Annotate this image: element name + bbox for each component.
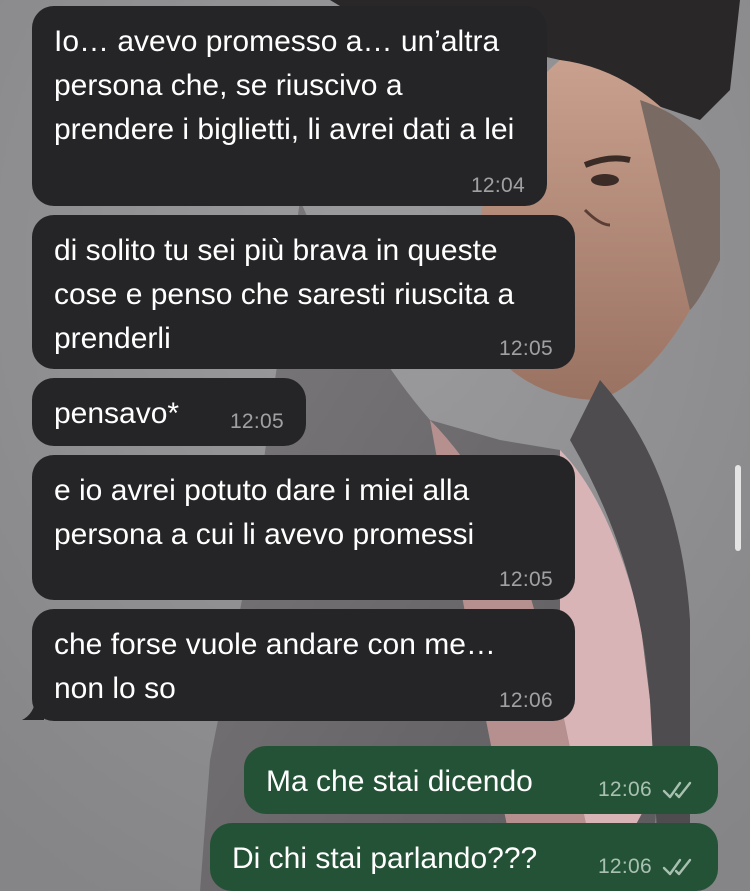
- message-text: Io… avevo promesso a… un’altra persona c…: [54, 25, 515, 146]
- incoming-message[interactable]: e io avrei potuto dare i miei alla perso…: [32, 455, 575, 600]
- message-time: 12:06: [597, 855, 652, 878]
- message-time: 12:05: [498, 337, 553, 360]
- incoming-message[interactable]: pensavo* 12:05: [32, 378, 306, 446]
- outgoing-message[interactable]: Ma che stai dicendo 12:06: [244, 746, 718, 814]
- message-time: 12:05: [498, 568, 553, 591]
- message-time: 12:06: [597, 778, 652, 801]
- message-text: Di chi stai parlando???: [232, 842, 538, 875]
- scroll-indicator[interactable]: [735, 465, 741, 551]
- incoming-message[interactable]: che forse vuole andare con me… non lo so…: [32, 609, 575, 721]
- double-check-icon: [662, 858, 692, 876]
- message-text: e io avrei potuto dare i miei alla perso…: [54, 474, 478, 551]
- message-time: 12:06: [498, 689, 553, 712]
- message-time: 12:05: [229, 410, 284, 433]
- outgoing-message[interactable]: Di chi stai parlando??? 12:06: [210, 823, 718, 891]
- message-text: che forse vuole andare con me… non lo so: [54, 628, 505, 705]
- message-list[interactable]: Io… avevo promesso a… un’altra persona c…: [0, 0, 750, 891]
- message-text: di solito tu sei più brava in queste cos…: [54, 234, 523, 355]
- message-text: pensavo*: [54, 397, 180, 430]
- double-check-icon: [662, 781, 692, 799]
- incoming-message[interactable]: di solito tu sei più brava in queste cos…: [32, 215, 575, 369]
- incoming-bubble-tail: [22, 698, 44, 720]
- message-time: 12:04: [470, 174, 525, 197]
- incoming-message[interactable]: Io… avevo promesso a… un’altra persona c…: [32, 6, 547, 206]
- message-text: Ma che stai dicendo: [266, 765, 533, 798]
